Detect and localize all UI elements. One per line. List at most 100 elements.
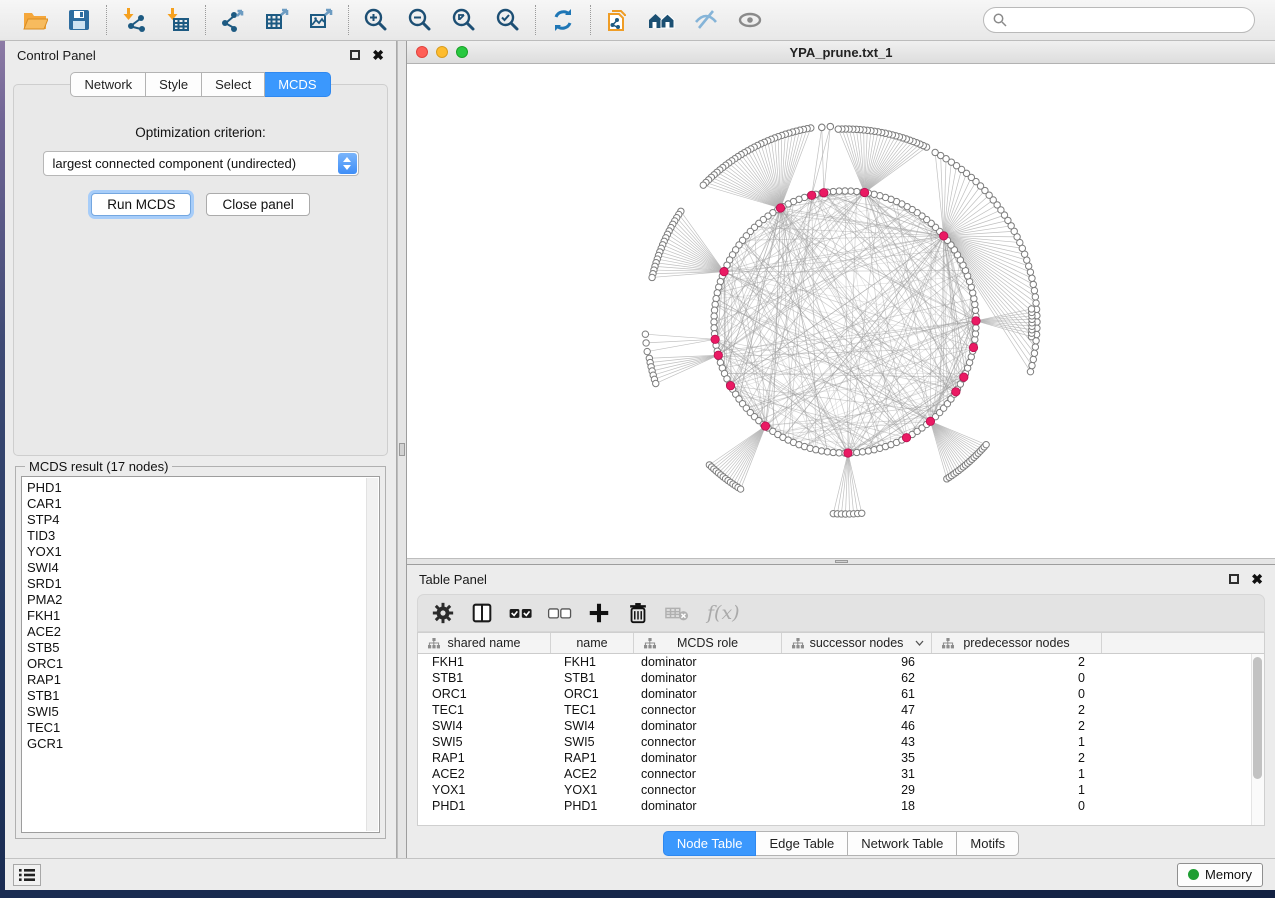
network-graph[interactable] [407,64,1275,557]
zoom-in-icon [363,7,389,33]
table-row[interactable]: YOX1YOX1connector291 [418,782,1264,798]
tab-network[interactable]: Network [70,72,146,97]
column-header-MCDS-role[interactable]: MCDS role [633,633,781,653]
add-column-button[interactable] [586,600,612,626]
deselect-all-button[interactable] [547,600,573,626]
tab-select[interactable]: Select [202,72,265,97]
list-item[interactable]: YOX1 [27,544,379,560]
zoom-out-button[interactable] [406,6,434,34]
float-panel-button[interactable] [350,50,360,60]
table-row[interactable]: FKH1FKH1dominator962 [418,654,1264,670]
hide-selected-button[interactable] [692,6,720,34]
close-table-panel-button[interactable]: ✖ [1251,573,1263,585]
table-scrollbar[interactable] [1251,654,1264,825]
network-window-titlebar[interactable]: YPA_prune.txt_1 [407,41,1275,64]
table-row[interactable]: SWI5SWI5connector431 [418,734,1264,750]
list-item[interactable]: SWI5 [27,704,379,720]
checked-boxes-icon [508,601,534,625]
zoom-selected-button[interactable] [494,6,522,34]
table-row[interactable]: RAP1RAP1dominator352 [418,750,1264,766]
tab-style[interactable]: Style [146,72,202,97]
show-all-nodes-button[interactable] [648,6,676,34]
save-session-button[interactable] [65,6,93,34]
table-row[interactable]: TEC1TEC1connector472 [418,702,1264,718]
import-table-button[interactable] [164,6,192,34]
export-table-button[interactable] [263,6,291,34]
export-image-button[interactable] [307,6,335,34]
column-header-successor-nodes[interactable]: successor nodes [781,633,931,653]
export-image-icon [308,7,334,33]
split-panel-button[interactable] [469,600,495,626]
network-canvas[interactable] [407,64,1275,558]
list-item[interactable]: GCR1 [27,736,379,752]
delete-table-button[interactable] [664,600,690,626]
vertical-splitter[interactable] [397,41,407,858]
list-item[interactable]: RAP1 [27,672,379,688]
column-type-icon [792,638,804,649]
tab-mcds[interactable]: MCDS [265,72,330,97]
tab-edge-table[interactable]: Edge Table [756,831,848,856]
table-settings-button[interactable] [430,600,456,626]
table-row[interactable]: STB1STB1dominator620 [418,670,1264,686]
run-mcds-button[interactable]: Run MCDS [91,193,191,216]
list-item[interactable]: TEC1 [27,720,379,736]
show-panels-button[interactable] [13,864,41,886]
criterion-select[interactable]: largest connected component (undirected) [43,151,359,176]
maximize-window-icon[interactable] [456,46,468,58]
list-item[interactable]: STP4 [27,512,379,528]
table-cell: 62 [781,671,931,685]
list-item[interactable]: CAR1 [27,496,379,512]
open-session-button[interactable] [21,6,49,34]
list-item[interactable]: STB5 [27,640,379,656]
list-item[interactable]: SWI4 [27,560,379,576]
tab-node-table[interactable]: Node Table [663,831,757,856]
list-item[interactable]: FKH1 [27,608,379,624]
memory-button[interactable]: Memory [1177,863,1263,887]
delete-column-button[interactable] [625,600,651,626]
table-tabbar: Node TableEdge TableNetwork TableMotifs [407,829,1275,857]
select-stepper-icon [338,153,357,174]
column-header-shared-name[interactable]: shared name [418,633,550,653]
table-row[interactable]: ACE2ACE2connector311 [418,766,1264,782]
list-item[interactable]: PHD1 [27,480,379,496]
export-network-button[interactable] [219,6,247,34]
window-controls [416,46,468,58]
column-header-predecessor-nodes[interactable]: predecessor nodes [931,633,1101,653]
splitter-handle[interactable] [835,560,848,563]
table-row[interactable]: SWI4SWI4dominator462 [418,718,1264,734]
search-input[interactable] [1013,12,1245,29]
list-item[interactable]: STB1 [27,688,379,704]
minimize-window-icon[interactable] [436,46,448,58]
list-item[interactable]: TID3 [27,528,379,544]
table-row[interactable]: ORC1ORC1dominator610 [418,686,1264,702]
list-item[interactable]: ACE2 [27,624,379,640]
refresh-view-button[interactable] [549,6,577,34]
search-box[interactable] [983,7,1255,33]
list-scrollbar[interactable] [366,478,378,831]
clone-network-button[interactable] [604,6,632,34]
mcds-result-list[interactable]: PHD1CAR1STP4TID3YOX1SWI4SRD1PMA2FKH1ACE2… [21,476,380,833]
tab-motifs[interactable]: Motifs [957,831,1019,856]
table-row[interactable]: PHD1PHD1dominator180 [418,798,1264,814]
close-panel-button[interactable]: ✖ [372,49,384,61]
horizontal-splitter[interactable] [407,558,1275,565]
zoom-fit-button[interactable] [450,6,478,34]
list-item[interactable]: ORC1 [27,656,379,672]
show-hidden-button[interactable] [736,6,764,34]
zoom-in-button[interactable] [362,6,390,34]
tab-network-table[interactable]: Network Table [848,831,957,856]
select-all-button[interactable] [508,600,534,626]
float-table-panel-button[interactable] [1229,574,1239,584]
split-panel-icon [470,601,494,625]
scrollbar-thumb[interactable] [1253,657,1262,779]
main-toolbar [0,0,1275,41]
apply-function-button[interactable]: f(x) [703,600,740,626]
list-item[interactable]: PMA2 [27,592,379,608]
import-network-button[interactable] [120,6,148,34]
splitter-handle[interactable] [399,443,405,456]
close-window-icon[interactable] [416,46,428,58]
close-mcds-panel-button[interactable]: Close panel [206,193,309,216]
table-cell: TEC1 [550,703,633,717]
list-item[interactable]: SRD1 [27,576,379,592]
column-header-name[interactable]: name [550,633,633,653]
